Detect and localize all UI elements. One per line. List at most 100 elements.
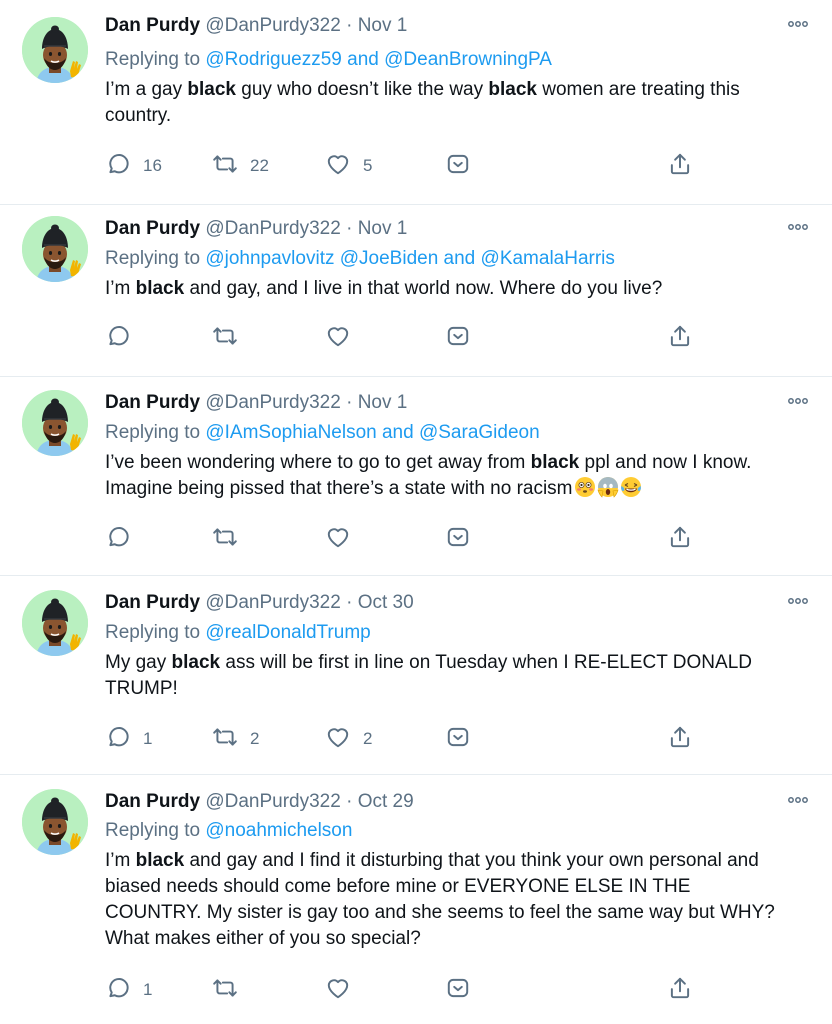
retweet-button[interactable] bbox=[212, 324, 238, 352]
tweet[interactable]: Dan Purdy @DanPurdy322 · Oct 30 Replying… bbox=[0, 576, 832, 775]
replying-prefix: Replying to bbox=[105, 248, 201, 269]
replying-to-link[interactable]: @realDonaldTrump bbox=[205, 622, 370, 643]
tweet-date[interactable]: Oct 29 bbox=[358, 791, 414, 812]
reply-button[interactable]: 1 bbox=[105, 976, 152, 1004]
avatar[interactable] bbox=[22, 390, 88, 456]
retweet-button[interactable] bbox=[212, 976, 238, 1004]
avatar[interactable] bbox=[22, 17, 88, 83]
like-button[interactable]: 2 bbox=[325, 725, 372, 753]
text-segment: My gay bbox=[105, 652, 172, 673]
like-button[interactable] bbox=[325, 976, 351, 1004]
tweet[interactable]: Dan Purdy @DanPurdy322 · Nov 1 Replying … bbox=[0, 377, 832, 576]
tip-icon bbox=[445, 524, 471, 555]
more-icon[interactable] bbox=[786, 217, 810, 237]
text-bold: black bbox=[187, 79, 236, 100]
more-icon[interactable] bbox=[786, 391, 810, 411]
like-count: 2 bbox=[363, 729, 373, 748]
reply-button[interactable] bbox=[105, 324, 131, 352]
reply-button[interactable]: 16 bbox=[105, 152, 162, 180]
more-icon[interactable] bbox=[786, 591, 810, 611]
text-segment: I’m bbox=[105, 278, 136, 299]
tweet[interactable]: Dan Purdy @DanPurdy322 · Nov 1 Replying … bbox=[0, 205, 832, 377]
text-segment: I’m a gay bbox=[105, 79, 188, 100]
like-button[interactable] bbox=[325, 525, 351, 553]
author-name[interactable]: Dan Purdy bbox=[105, 15, 200, 36]
separator: · bbox=[346, 218, 353, 239]
retweet-count: 22 bbox=[250, 156, 269, 175]
retweet-button[interactable] bbox=[212, 525, 238, 553]
share-icon bbox=[667, 975, 693, 1006]
avatar[interactable] bbox=[22, 216, 88, 282]
replying-prefix: Replying to bbox=[105, 422, 201, 443]
reply-icon bbox=[105, 151, 131, 182]
text-bold: black bbox=[135, 850, 185, 871]
author-handle[interactable]: @DanPurdy322 bbox=[205, 392, 340, 413]
share-button[interactable] bbox=[667, 525, 693, 553]
heart-icon bbox=[325, 724, 351, 755]
text-segment: and gay, and I live in that world now. W… bbox=[184, 278, 663, 299]
reply-button[interactable]: 1 bbox=[105, 725, 152, 753]
tip-icon bbox=[445, 975, 471, 1006]
tip-button[interactable] bbox=[445, 525, 471, 553]
author-name[interactable]: Dan Purdy bbox=[105, 791, 200, 812]
tweet-text: I’ve been wondering where to go to get a… bbox=[105, 450, 792, 502]
like-button[interactable]: 5 bbox=[325, 152, 372, 180]
like-button[interactable] bbox=[325, 324, 351, 352]
replying-to-link[interactable]: @johnpavlovitz @JoeBiden and @KamalaHarr… bbox=[205, 248, 615, 269]
more-icon[interactable] bbox=[786, 790, 810, 810]
author-handle[interactable]: @DanPurdy322 bbox=[205, 218, 340, 239]
avatar[interactable] bbox=[22, 590, 88, 656]
action-bar bbox=[105, 324, 705, 352]
author-handle[interactable]: @DanPurdy322 bbox=[205, 592, 340, 613]
tip-icon bbox=[445, 151, 471, 182]
author-name[interactable]: Dan Purdy bbox=[105, 218, 200, 239]
author-handle[interactable]: @DanPurdy322 bbox=[205, 15, 340, 36]
tweet-date[interactable]: Nov 1 bbox=[358, 392, 408, 413]
text-bold: black bbox=[530, 452, 580, 473]
screaming-face-icon bbox=[597, 476, 619, 498]
tip-button[interactable] bbox=[445, 976, 471, 1004]
avatar[interactable] bbox=[22, 789, 88, 855]
retweet-button[interactable]: 22 bbox=[212, 152, 269, 180]
share-button[interactable] bbox=[667, 725, 693, 753]
tip-button[interactable] bbox=[445, 152, 471, 180]
share-button[interactable] bbox=[667, 976, 693, 1004]
author-name[interactable]: Dan Purdy bbox=[105, 592, 200, 613]
replying-to-link[interactable]: @Rodriguezz59 and @DeanBrowningPA bbox=[205, 49, 552, 70]
reply-count: 16 bbox=[143, 156, 162, 175]
retweet-button[interactable]: 2 bbox=[212, 725, 259, 753]
text-segment: guy who doesn’t like the way bbox=[235, 79, 489, 100]
retweet-count: 2 bbox=[250, 729, 260, 748]
tip-button[interactable] bbox=[445, 725, 471, 753]
replying-to: Replying to @IAmSophiaNelson and @SaraGi… bbox=[105, 421, 540, 445]
share-icon bbox=[667, 151, 693, 182]
share-button[interactable] bbox=[667, 152, 693, 180]
replying-to: Replying to @realDonaldTrump bbox=[105, 621, 371, 645]
reply-icon bbox=[105, 975, 131, 1006]
author-name[interactable]: Dan Purdy bbox=[105, 392, 200, 413]
tweet-date[interactable]: Oct 30 bbox=[358, 592, 414, 613]
tears-of-joy-icon bbox=[620, 476, 642, 498]
author-handle[interactable]: @DanPurdy322 bbox=[205, 791, 340, 812]
retweet-icon bbox=[212, 151, 238, 182]
replying-to: Replying to @Rodriguezz59 and @DeanBrown… bbox=[105, 48, 552, 72]
action-bar: 1 bbox=[105, 976, 705, 1004]
like-count: 5 bbox=[363, 156, 373, 175]
share-icon bbox=[667, 524, 693, 555]
tweet[interactable]: Dan Purdy @DanPurdy322 · Oct 29 Replying… bbox=[0, 775, 832, 1024]
more-icon[interactable] bbox=[786, 14, 810, 34]
text-segment: I’m bbox=[105, 850, 136, 871]
separator: · bbox=[346, 592, 353, 613]
text-segment: and gay and I find it disturbing that yo… bbox=[105, 850, 775, 949]
share-button[interactable] bbox=[667, 324, 693, 352]
text-segment: I’ve been wondering where to go to get a… bbox=[105, 452, 531, 473]
reply-button[interactable] bbox=[105, 525, 131, 553]
tip-button[interactable] bbox=[445, 324, 471, 352]
replying-to-link[interactable]: @IAmSophiaNelson and @SaraGideon bbox=[205, 422, 539, 443]
tweet-date[interactable]: Nov 1 bbox=[358, 15, 408, 36]
text-bold: black bbox=[135, 278, 185, 299]
replying-to-link[interactable]: @noahmichelson bbox=[205, 820, 352, 841]
tweet[interactable]: Dan Purdy @DanPurdy322 · Nov 1 Replying … bbox=[0, 0, 832, 205]
tweet-text: My gay black ass will be first in line o… bbox=[105, 650, 792, 702]
tweet-date[interactable]: Nov 1 bbox=[358, 218, 408, 239]
